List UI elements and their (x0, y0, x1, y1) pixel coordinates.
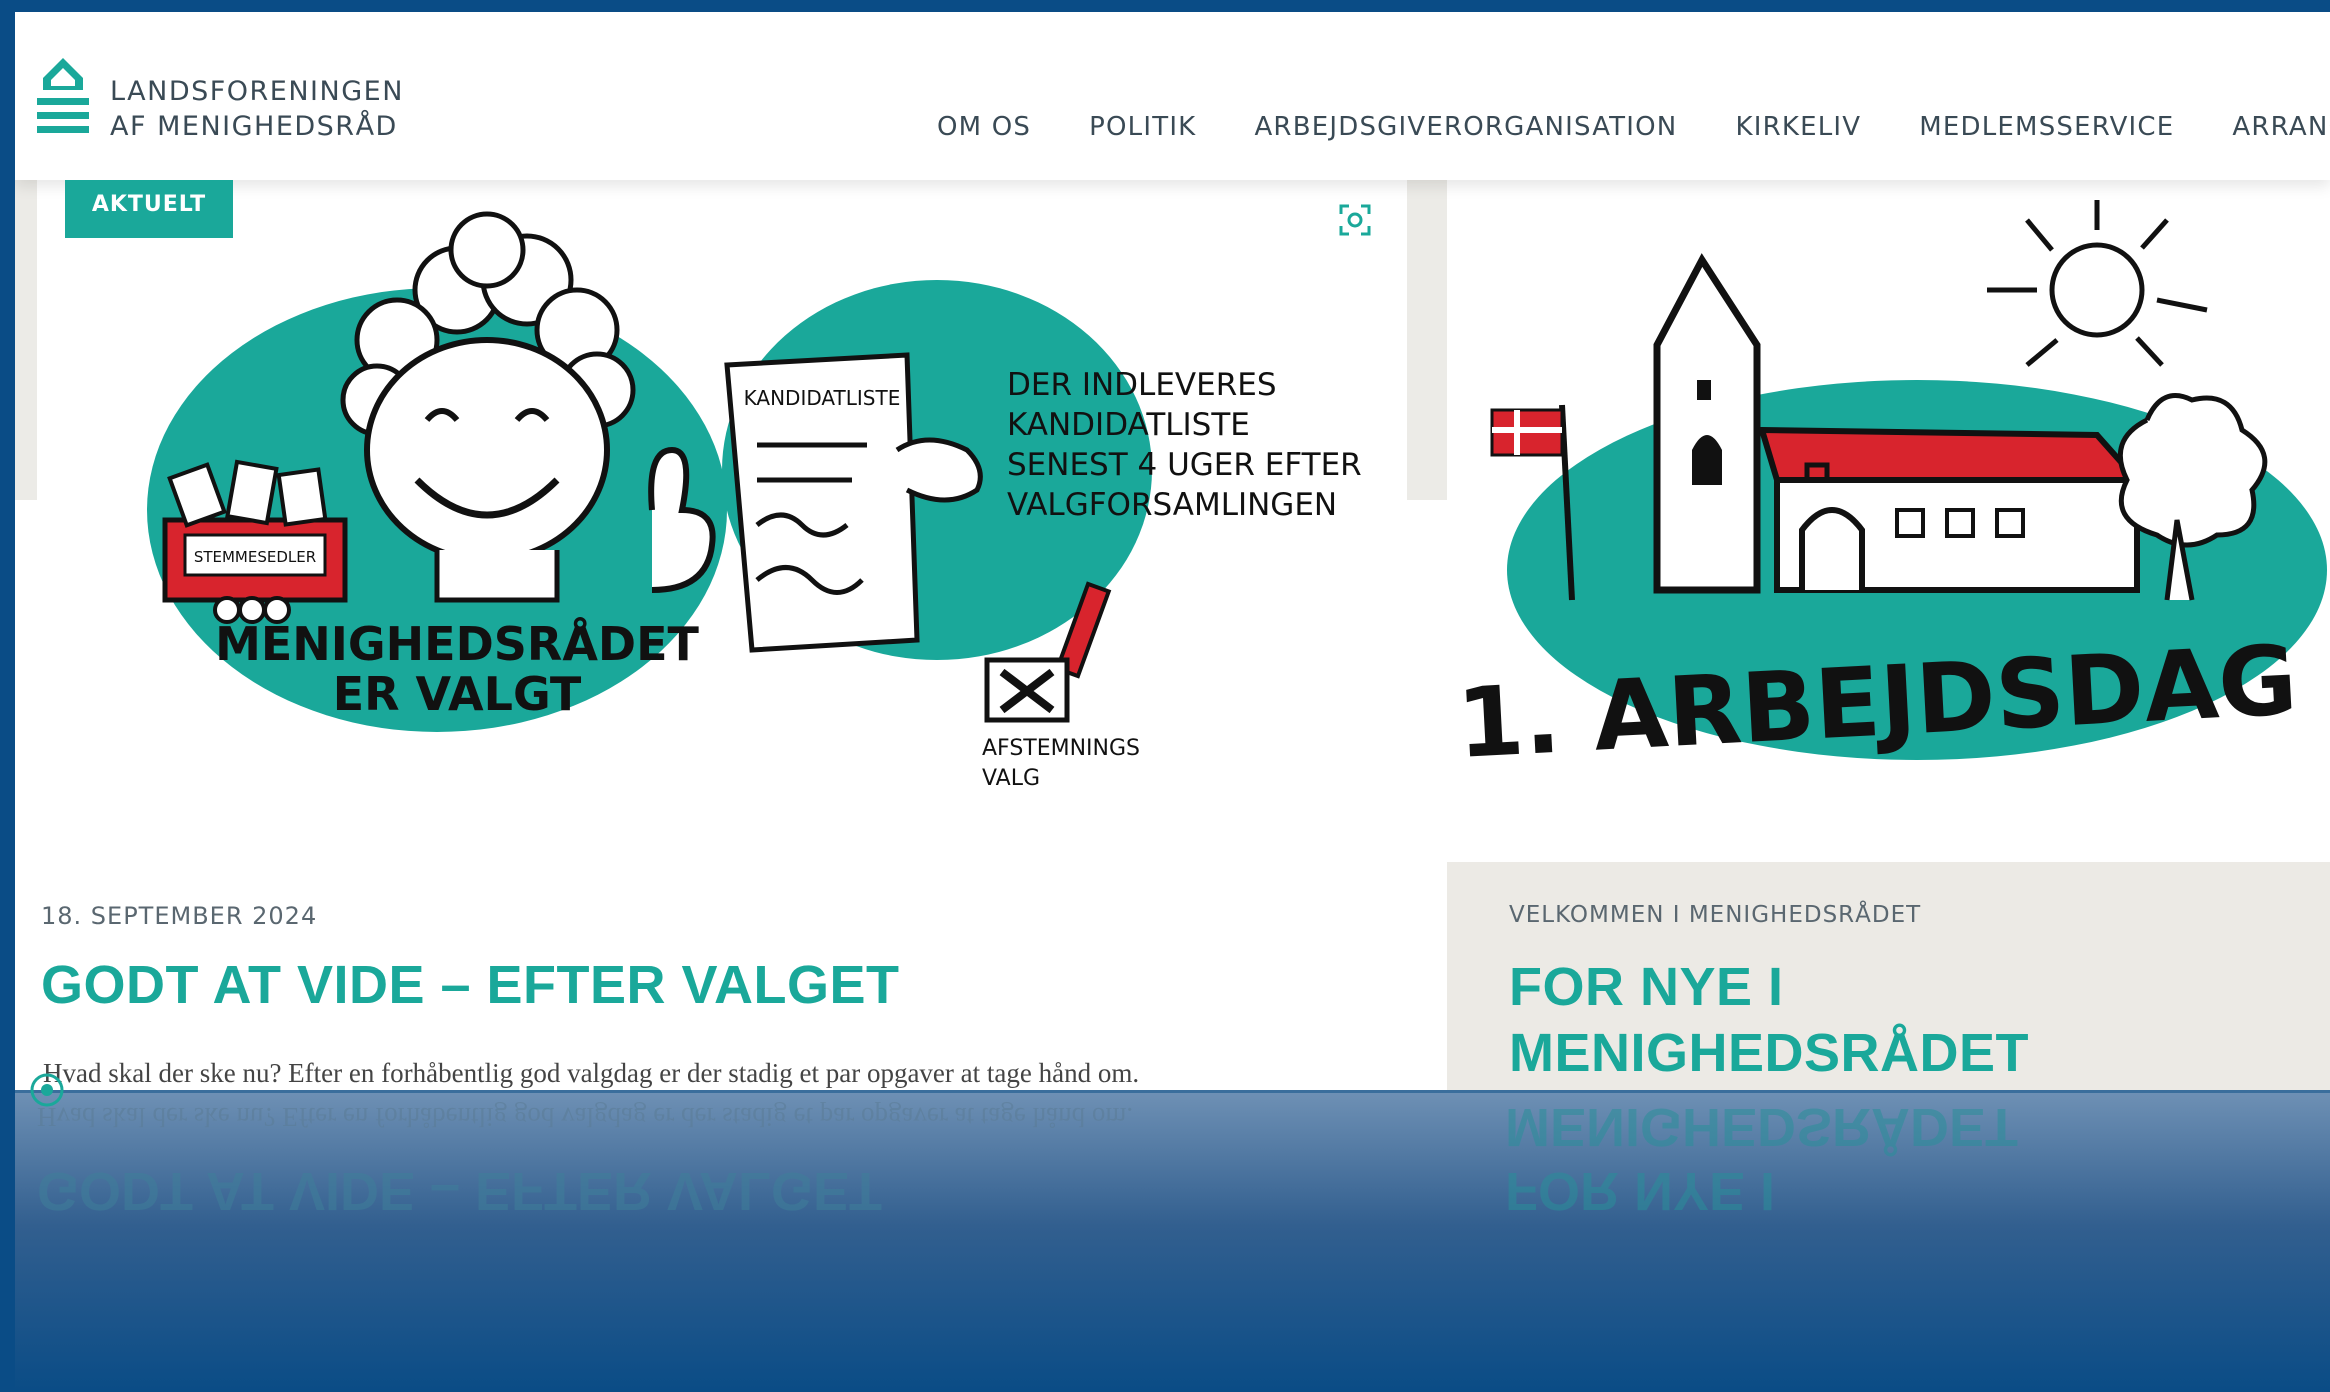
browser-frame: LANDSFORENINGEN AF MENIGHEDSRÅD OM OS PO… (15, 12, 2330, 1392)
nav-kirkeliv[interactable]: KIRKELIV (1735, 112, 1861, 142)
article-date: 18. SEPTEMBER 2024 (41, 902, 318, 930)
illustration-arbejdsdag: 1. ARBEJDSDAG (1454, 200, 2327, 780)
logo-line-2: AF MENIGHEDSRÅD (110, 111, 398, 142)
note-line-1: DER INDLEVERES (1007, 367, 1277, 403)
illustration-valget: STEMMESEDLER MENIGHEDSRÅDET ER VALGT KAN… (147, 211, 1362, 791)
news-card-valget[interactable]: STEMMESEDLER MENIGHEDSRÅDET ER VALGT KAN… (37, 180, 1407, 1110)
article-teaser: Hvad skal der ske nu? Efter en forhåbent… (43, 1058, 1140, 1088)
note-line-4: VALGFORSAMLINGEN (1007, 487, 1337, 523)
aktuelt-badge[interactable]: AKTUELT (65, 180, 233, 238)
nav-om-os[interactable]: OM OS (937, 112, 1031, 142)
reflection-overlay: FOR NYE I MENIGHEDSRÅDET GODT AT VIDE – … (15, 1090, 2330, 1392)
bg-strip (15, 180, 37, 500)
ballot-box-label: STEMMESEDLER (194, 548, 316, 566)
nav-arbejdsgiverorganisation[interactable]: ARBEJDSGIVERORGANISATION (1254, 112, 1677, 142)
reflected-title: GODT AT VIDE – EFTER VALGET (37, 1161, 883, 1221)
note-line-3: SENEST 4 UGER EFTER (1007, 447, 1362, 483)
doc-title: KANDIDATLISTE (744, 386, 901, 410)
article-kicker: VELKOMMEN I MENIGHEDSRÅDET (1509, 902, 1922, 928)
illustration-caption-line1: MENIGHEDSRÅDET (215, 617, 699, 671)
article-title[interactable]: FOR NYE I MENIGHEDSRÅDET (1509, 954, 2029, 1086)
card-info-panel: VELKOMMEN I MENIGHEDSRÅDET FOR NYE I MEN… (1447, 862, 2330, 1122)
logo-line-1: LANDSFORENINGEN (110, 76, 404, 107)
illustration-caption-line2: ER VALGT (333, 667, 582, 721)
scroll-indicator-icon[interactable] (29, 1072, 65, 1108)
nav-politik[interactable]: POLITIK (1089, 112, 1196, 142)
reflection-mirror: FOR NYE I MENIGHEDSRÅDET GODT AT VIDE – … (15, 1090, 2330, 1392)
main-nav: OM OS POLITIK ARBEJDSGIVERORGANISATION K… (937, 112, 2330, 142)
vote-label-1: AFSTEMNINGS (982, 736, 1140, 761)
reflected-title-line-1: FOR NYE I (1505, 1161, 1776, 1221)
bg-strip (1407, 180, 1447, 500)
article-title[interactable]: GODT AT VIDE – EFTER VALGET (41, 952, 900, 1018)
logo-icon[interactable] (35, 56, 91, 136)
vote-label-2: VALG (982, 766, 1040, 791)
logo-text[interactable]: LANDSFORENINGEN AF MENIGHEDSRÅD (110, 74, 404, 144)
nav-arrangementer[interactable]: ARRANGEMENTER (2232, 112, 2330, 142)
title-line-2: MENIGHEDSRÅDET (1509, 1023, 2030, 1083)
reflected-teaser: Hvad skal der ske nu? Efter en forhåbent… (37, 1102, 1134, 1132)
note-line-2: KANDIDATLISTE (1007, 407, 1250, 443)
site-header: LANDSFORENINGEN AF MENIGHEDSRÅD OM OS PO… (15, 12, 2330, 180)
fullscreen-icon[interactable] (1337, 202, 1373, 238)
nav-medlemsservice[interactable]: MEDLEMSSERVICE (1919, 112, 2174, 142)
news-card-nye[interactable]: 1. ARBEJDSDAG VELKOMMEN I MENIGHEDSRÅDET… (1447, 180, 2330, 1122)
title-line-1: FOR NYE I (1509, 957, 1784, 1017)
reflected-title-line-2: MENIGHEDSRÅDET (1505, 1097, 2019, 1157)
